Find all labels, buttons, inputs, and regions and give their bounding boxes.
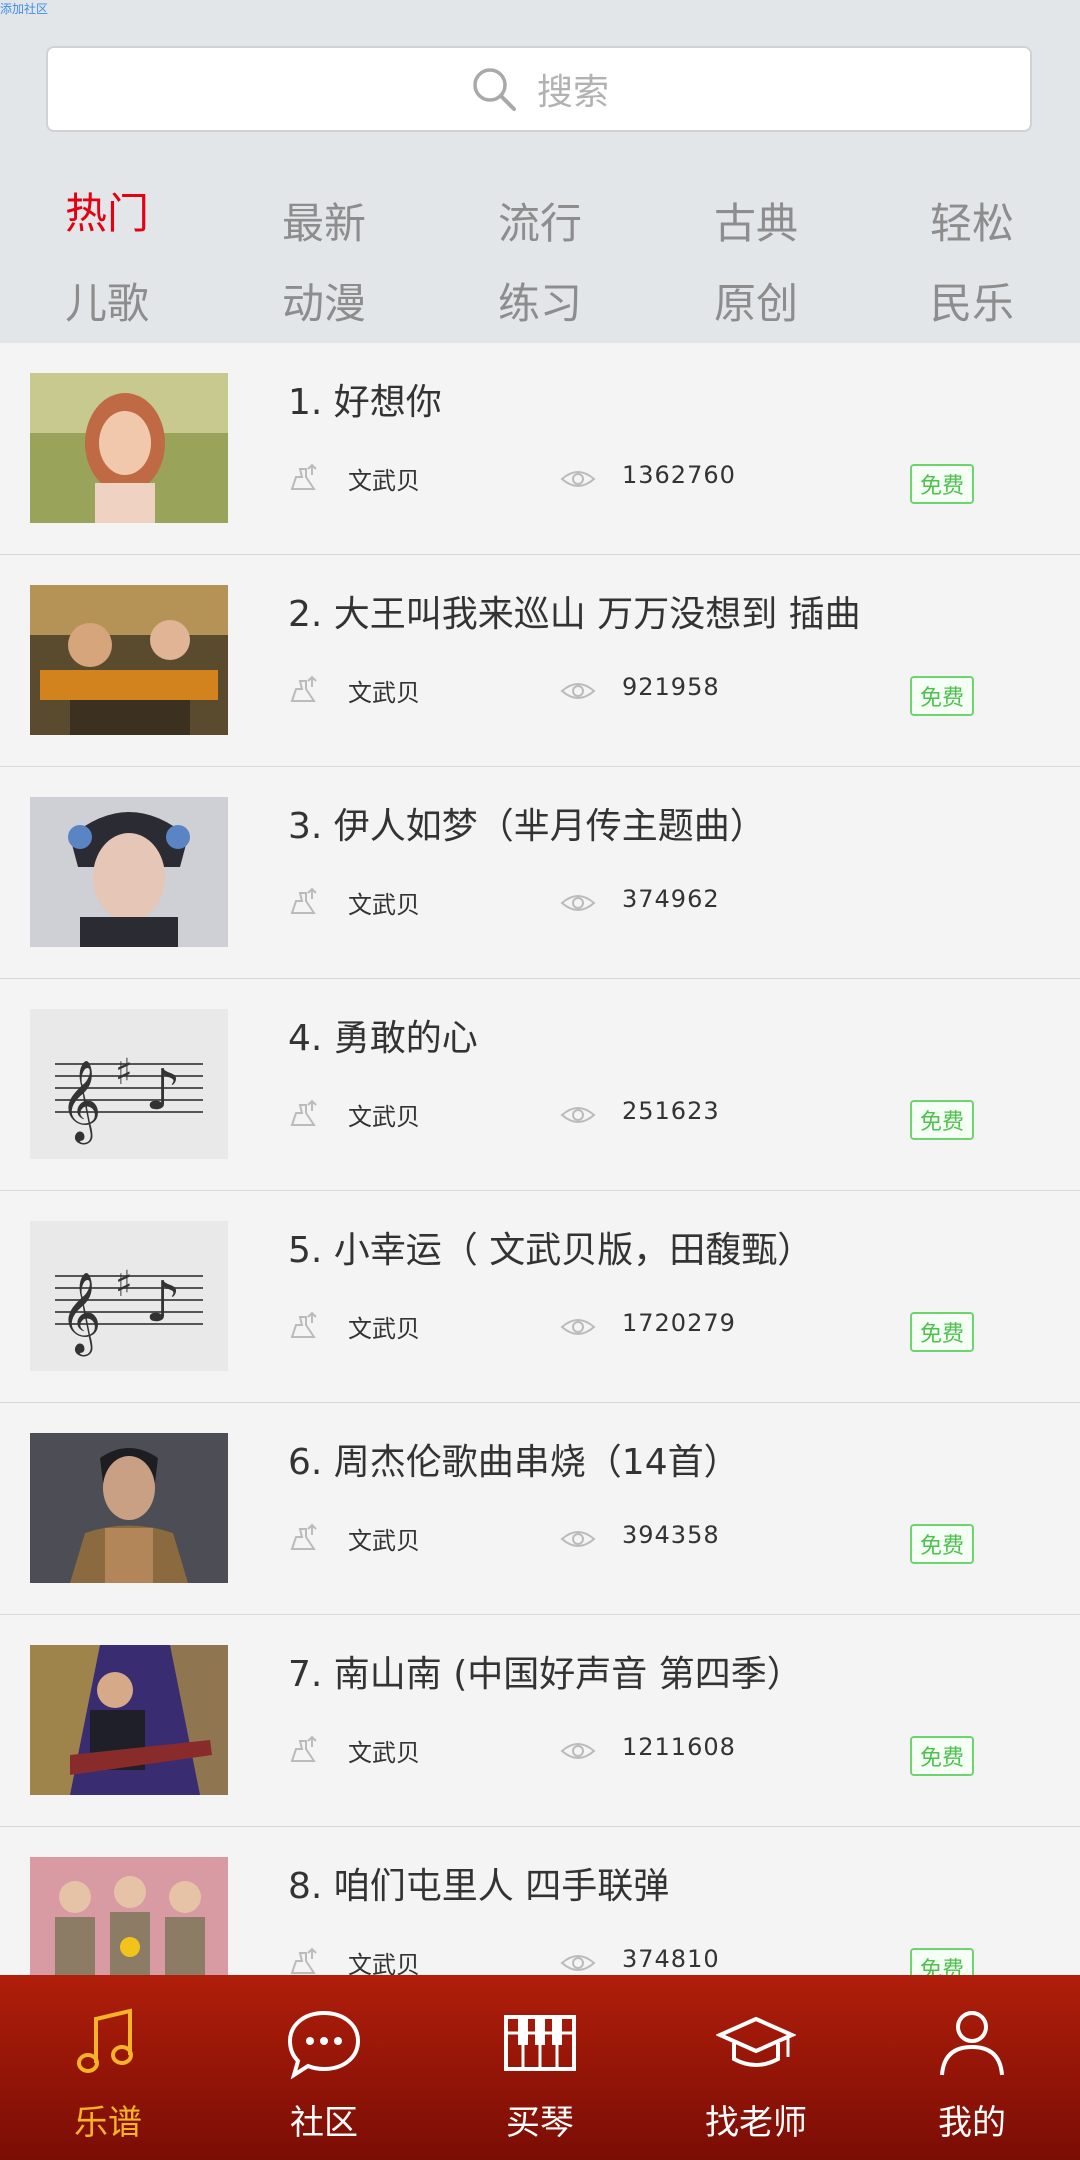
tab-find-teacher[interactable]: 找老师 bbox=[648, 1975, 864, 2160]
song-views: 1362760 bbox=[622, 461, 736, 489]
song-author: 文武贝 bbox=[348, 891, 420, 919]
song-title: 1. 好想你 bbox=[288, 382, 442, 423]
song-author: 文武贝 bbox=[348, 679, 420, 707]
song-author: 文武贝 bbox=[348, 1103, 420, 1131]
category-classical[interactable]: 古典 bbox=[676, 190, 836, 251]
uploader-icon bbox=[290, 675, 317, 702]
svg-text:𝄞: 𝄞 bbox=[60, 1059, 101, 1144]
song-row[interactable]: 2. 大王叫我来巡山 万万没想到 插曲 文武贝 921958 免费 bbox=[0, 555, 1080, 767]
song-title: 3. 伊人如梦（芈月传主题曲） bbox=[288, 806, 766, 847]
uploader-icon bbox=[290, 1735, 317, 1762]
chat-bubble-icon bbox=[287, 2010, 361, 2080]
uploader-icon bbox=[290, 1099, 317, 1126]
eye-icon bbox=[560, 895, 596, 911]
song-author: 文武贝 bbox=[348, 1315, 420, 1343]
category-hot[interactable]: 热门 bbox=[27, 180, 187, 241]
tab-label: 找老师 bbox=[705, 2103, 807, 2143]
category-original[interactable]: 原创 bbox=[676, 270, 836, 331]
song-thumbnail bbox=[30, 1645, 228, 1795]
search-icon bbox=[473, 68, 516, 111]
tab-label: 乐谱 bbox=[74, 2103, 142, 2143]
song-author: 文武贝 bbox=[348, 467, 420, 495]
song-title: 8. 咱们屯里人 四手联弹 bbox=[288, 1866, 670, 1907]
search-bar[interactable]: 搜索 bbox=[46, 46, 1032, 132]
tab-label: 买琴 bbox=[506, 2103, 574, 2143]
song-views: 394358 bbox=[622, 1521, 720, 1549]
song-views: 1211608 bbox=[622, 1733, 736, 1761]
graduation-cap-icon bbox=[716, 2016, 796, 2067]
svg-text:♯: ♯ bbox=[115, 1052, 132, 1093]
eye-icon bbox=[560, 1955, 596, 1971]
uploader-icon bbox=[290, 1311, 317, 1338]
song-row[interactable]: 3. 伊人如梦（芈月传主题曲） 文武贝 374962 bbox=[0, 767, 1080, 979]
song-title: 2. 大王叫我来巡山 万万没想到 插曲 bbox=[288, 594, 861, 635]
song-row[interactable]: 𝄞 ♯ ♪ 5. 小幸运（ 文武贝版，田馥甄） 文武贝 1720279 免费 bbox=[0, 1191, 1080, 1403]
music-note-icon bbox=[77, 2008, 133, 2073]
song-author: 文武贝 bbox=[348, 1739, 420, 1767]
svg-text:♯: ♯ bbox=[115, 1264, 132, 1305]
song-thumbnail bbox=[30, 1433, 228, 1583]
header: 添加社区 搜索 热门 最新 流行 古典 轻松 儿歌 动漫 练习 原创 民乐 bbox=[0, 0, 1080, 343]
song-views: 374962 bbox=[622, 885, 720, 913]
bottom-tab-bar: 乐谱 社区 买琴 找老师 我的 bbox=[0, 1975, 1080, 2160]
eye-icon bbox=[560, 1319, 596, 1335]
eye-icon bbox=[560, 471, 596, 487]
category-anime[interactable]: 动漫 bbox=[244, 270, 404, 331]
tab-community[interactable]: 社区 bbox=[216, 1975, 432, 2160]
category-newest[interactable]: 最新 bbox=[244, 190, 404, 251]
eye-icon bbox=[560, 1107, 596, 1123]
category-relaxing[interactable]: 轻松 bbox=[892, 190, 1052, 251]
eye-icon bbox=[560, 683, 596, 699]
uploader-icon bbox=[290, 1523, 317, 1550]
category-practice[interactable]: 练习 bbox=[460, 270, 620, 331]
free-badge: 免费 bbox=[910, 1100, 974, 1140]
tab-sheet-music[interactable]: 乐谱 bbox=[0, 1975, 216, 2160]
tab-buy-piano[interactable]: 买琴 bbox=[432, 1975, 648, 2160]
free-badge: 免费 bbox=[910, 1524, 974, 1564]
category-kids[interactable]: 儿歌 bbox=[27, 270, 187, 331]
song-views: 1720279 bbox=[622, 1309, 736, 1337]
song-row[interactable]: 1. 好想你 文武贝 1362760 免费 bbox=[0, 343, 1080, 555]
song-thumbnail: 𝄞 ♯ ♪ bbox=[30, 1221, 228, 1371]
uploader-icon bbox=[290, 1947, 317, 1974]
svg-text:𝄞: 𝄞 bbox=[60, 1271, 101, 1356]
song-views: 921958 bbox=[622, 673, 720, 701]
search-placeholder: 搜索 bbox=[536, 72, 609, 113]
free-badge: 免费 bbox=[910, 1736, 974, 1776]
song-title: 5. 小幸运（ 文武贝版，田馥甄） bbox=[288, 1230, 814, 1271]
song-row[interactable]: 𝄞 ♯ ♪ 4. 勇敢的心 文武贝 251623 免费 bbox=[0, 979, 1080, 1191]
song-views: 374810 bbox=[622, 1945, 720, 1973]
category-folk[interactable]: 民乐 bbox=[892, 270, 1052, 331]
song-thumbnail bbox=[30, 585, 228, 735]
song-title: 4. 勇敢的心 bbox=[288, 1018, 478, 1059]
song-title: 7. 南山南 (中国好声音 第四季） bbox=[288, 1654, 803, 1695]
person-icon bbox=[940, 2011, 1004, 2076]
tab-label: 我的 bbox=[938, 2103, 1006, 2143]
free-badge: 免费 bbox=[910, 1312, 974, 1352]
tab-profile[interactable]: 我的 bbox=[864, 1975, 1080, 2160]
svg-text:♪: ♪ bbox=[145, 1270, 181, 1335]
song-thumbnail bbox=[30, 797, 228, 947]
svg-text:♪: ♪ bbox=[145, 1058, 181, 1123]
song-thumbnail: 𝄞 ♯ ♪ bbox=[30, 1009, 228, 1159]
free-badge: 免费 bbox=[910, 464, 974, 504]
eye-icon bbox=[560, 1743, 596, 1759]
free-badge: 免费 bbox=[910, 676, 974, 716]
piano-icon bbox=[504, 2015, 576, 2071]
tab-label: 社区 bbox=[290, 2103, 358, 2143]
top-link[interactable]: 添加社区 bbox=[0, 0, 48, 17]
uploader-icon bbox=[290, 887, 317, 914]
uploader-icon bbox=[290, 463, 317, 490]
category-popular[interactable]: 流行 bbox=[460, 190, 620, 251]
song-author: 文武贝 bbox=[348, 1527, 420, 1555]
song-views: 251623 bbox=[622, 1097, 720, 1125]
song-title: 6. 周杰伦歌曲串烧（14首） bbox=[288, 1442, 740, 1483]
song-thumbnail bbox=[30, 373, 228, 523]
song-row[interactable]: 7. 南山南 (中国好声音 第四季） 文武贝 1211608 免费 bbox=[0, 1615, 1080, 1827]
eye-icon bbox=[560, 1531, 596, 1547]
song-row[interactable]: 6. 周杰伦歌曲串烧（14首） 文武贝 394358 免费 bbox=[0, 1403, 1080, 1615]
